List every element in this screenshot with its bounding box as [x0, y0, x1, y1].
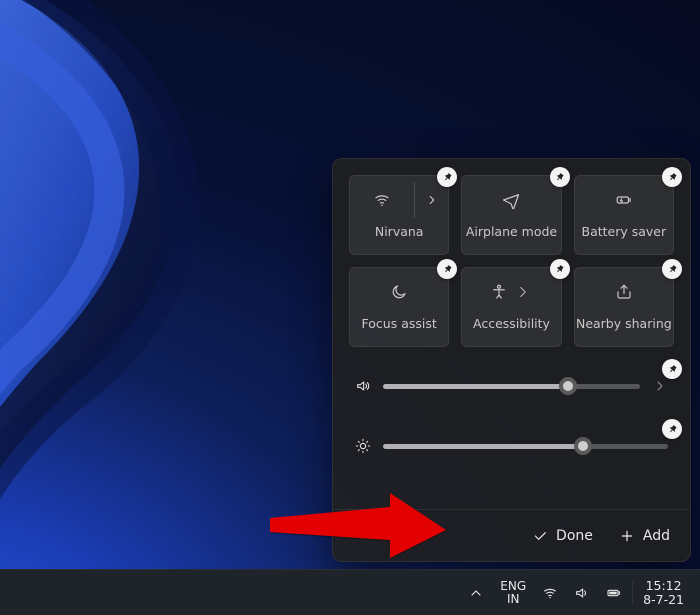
- done-button[interactable]: Done: [532, 528, 593, 544]
- tile-battery-saver[interactable]: Battery saver: [574, 175, 674, 255]
- slider-thumb[interactable]: [574, 437, 592, 455]
- tray-volume-icon[interactable]: [566, 570, 598, 615]
- moon-icon: [390, 283, 408, 301]
- taskbar: ENG IN 15:12 8-7-21: [0, 569, 700, 615]
- battery-saver-icon: [615, 191, 633, 209]
- tile-label: Accessibility: [473, 316, 550, 331]
- tile-nearby-sharing[interactable]: Nearby sharing: [574, 267, 674, 347]
- unpin-icon[interactable]: [550, 167, 570, 187]
- add-label: Add: [643, 528, 670, 544]
- tray-battery-icon[interactable]: [598, 570, 630, 615]
- tray-separator: [632, 581, 633, 605]
- language-indicator[interactable]: ENG IN: [492, 570, 534, 615]
- tile-wifi[interactable]: Nirvana: [349, 175, 449, 255]
- tray-clock[interactable]: 15:12 8-7-21: [635, 570, 692, 615]
- unpin-icon[interactable]: [662, 359, 682, 379]
- airplane-icon: [502, 191, 520, 209]
- accessibility-icon: [490, 283, 508, 301]
- volume-slider[interactable]: [349, 371, 674, 401]
- chevron-right-icon[interactable]: [514, 283, 532, 301]
- unpin-icon[interactable]: [662, 419, 682, 439]
- tile-label: Nearby sharing: [576, 316, 672, 331]
- tile-label: Nirvana: [375, 224, 424, 239]
- volume-output-icon[interactable]: [652, 378, 668, 394]
- brightness-slider[interactable]: [349, 431, 674, 461]
- tile-label: Airplane mode: [466, 224, 557, 239]
- brightness-track[interactable]: [383, 444, 668, 449]
- slider-thumb[interactable]: [559, 377, 577, 395]
- quick-settings-footer: Done Add: [333, 509, 690, 561]
- tile-wifi-expand[interactable]: [414, 182, 448, 218]
- tile-accessibility[interactable]: Accessibility: [461, 267, 561, 347]
- volume-track[interactable]: [383, 384, 640, 389]
- unpin-icon[interactable]: [550, 259, 570, 279]
- brightness-icon: [355, 438, 371, 454]
- volume-icon: [355, 378, 371, 394]
- done-label: Done: [556, 528, 593, 544]
- wifi-icon: [373, 191, 391, 209]
- tray-wifi-icon[interactable]: [534, 570, 566, 615]
- tile-label: Focus assist: [362, 316, 437, 331]
- system-tray: ENG IN 15:12 8-7-21: [460, 570, 692, 615]
- unpin-icon[interactable]: [662, 167, 682, 187]
- unpin-icon[interactable]: [437, 259, 457, 279]
- quick-settings-tiles: Nirvana Airplane mode Battery saver: [349, 175, 674, 347]
- unpin-icon[interactable]: [437, 167, 457, 187]
- share-icon: [615, 283, 633, 301]
- tile-airplane-mode[interactable]: Airplane mode: [461, 175, 561, 255]
- tray-overflow-button[interactable]: [460, 570, 492, 615]
- tile-label: Battery saver: [582, 224, 667, 239]
- add-button[interactable]: Add: [619, 528, 670, 544]
- unpin-icon[interactable]: [662, 259, 682, 279]
- tile-focus-assist[interactable]: Focus assist: [349, 267, 449, 347]
- quick-settings-panel: Nirvana Airplane mode Battery saver: [332, 158, 691, 562]
